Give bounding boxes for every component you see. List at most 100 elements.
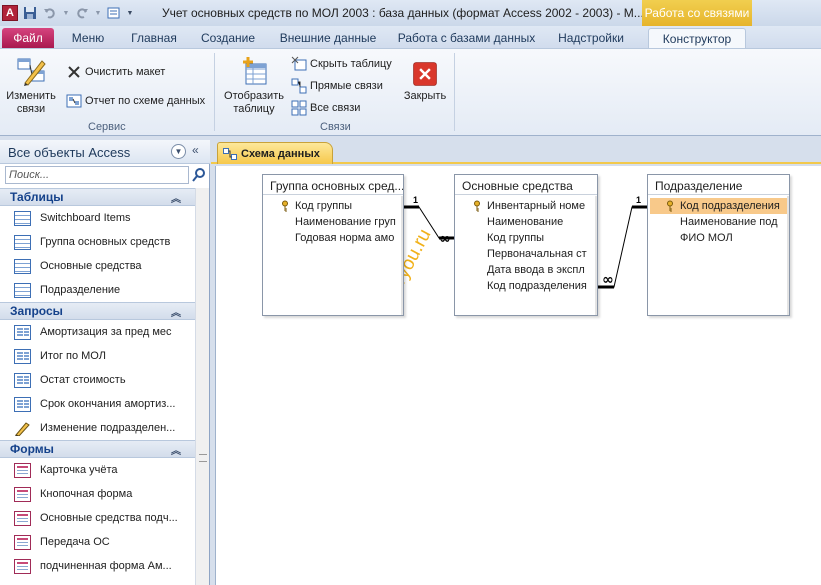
relationships-canvas[interactable]: 1 ∞ 1 ∞ dbforyou.ru Группа основных сред…	[215, 166, 821, 585]
tab-relationships-label: Схема данных	[241, 147, 320, 160]
field-row[interactable]: Первоначальная ст	[457, 246, 595, 262]
show-table-label: Отобразить таблицу	[224, 90, 284, 115]
field-row[interactable]: Наименование груп	[265, 214, 401, 230]
field-row[interactable]: ФИО МОЛ	[650, 230, 787, 246]
field-row[interactable]: Годовая норма амо	[265, 230, 401, 246]
nav-item[interactable]: Итог по МОЛ	[0, 344, 195, 368]
nav-collapse-icon[interactable]: «	[192, 143, 199, 157]
redo-dropdown-icon[interactable]: ▼	[94, 5, 102, 21]
clear-layout-button[interactable]: Очистить макет	[66, 64, 165, 80]
tab-external-data[interactable]: Внешние данные	[274, 28, 382, 48]
nav-item[interactable]: Передача ОС	[0, 530, 195, 554]
nav-scrollbar[interactable]	[195, 188, 209, 585]
nav-item[interactable]: Подразделение	[0, 278, 195, 302]
tab-relationships[interactable]: Схема данных	[217, 142, 333, 164]
nav-item[interactable]: Срок окончания амортиз...	[0, 392, 195, 416]
table-card-assets[interactable]: Основные средства Инвентарный номе Наиме…	[454, 174, 598, 316]
nav-item-label: Амортизация за пред мес	[40, 326, 172, 338]
table-card-title[interactable]: Группа основных сред...	[263, 175, 403, 195]
direct-relations-label: Прямые связи	[310, 80, 383, 92]
relationships-icon	[223, 147, 237, 160]
nav-item[interactable]: Switchboard Items	[0, 206, 195, 230]
tab-designer[interactable]: Конструктор	[648, 28, 746, 48]
relation-report-label: Отчет по схеме данных	[85, 95, 206, 107]
form-icon	[14, 510, 31, 526]
field-row[interactable]: Код группы	[265, 198, 401, 214]
tab-menu[interactable]: Меню	[66, 28, 110, 48]
table-card-scrollbar[interactable]	[401, 196, 403, 315]
nav-item[interactable]: Остат стоимость	[0, 368, 195, 392]
table-card-group[interactable]: Группа основных сред... Код группы Наиме…	[262, 174, 404, 316]
field-row-selected[interactable]: Код подразделения	[650, 198, 787, 214]
nav-item[interactable]: Карточка учёта	[0, 458, 195, 482]
close-button[interactable]: Закрыть	[400, 61, 450, 103]
field-row[interactable]: Код подразделения	[457, 278, 595, 294]
tab-database-tools[interactable]: Работа с базами данных	[395, 28, 538, 48]
tab-file[interactable]: Файл	[2, 28, 54, 48]
nav-item[interactable]: Кнопочная форма	[0, 482, 195, 506]
table-card-scrollbar[interactable]	[595, 196, 597, 315]
nav-header[interactable]: Все объекты Access ▼ «	[0, 140, 210, 164]
save-icon[interactable]	[22, 5, 38, 21]
edit-relations-button[interactable]: Изменить связи	[4, 55, 58, 116]
nav-item-label: Группа основных средств	[40, 236, 171, 248]
field-row[interactable]: Инвентарный номе	[457, 198, 595, 214]
tab-create[interactable]: Создание	[196, 28, 260, 48]
close-icon	[413, 62, 437, 86]
field-name: Инвентарный номе	[487, 200, 586, 212]
edit-relations-icon	[17, 58, 46, 86]
scroll-grip[interactable]	[199, 454, 207, 462]
collapse-chevron-icon[interactable]: ︽	[171, 442, 181, 457]
nav-item[interactable]: Группа основных средств	[0, 230, 195, 254]
access-app-icon[interactable]: A	[2, 5, 18, 21]
nav-item-label: Подразделение	[40, 284, 121, 296]
collapse-chevron-icon[interactable]: ︽	[171, 190, 181, 205]
all-relations-button[interactable]: Все связи	[291, 100, 360, 116]
table-card-title[interactable]: Основные средства	[455, 175, 597, 195]
tab-home[interactable]: Главная	[124, 28, 184, 48]
nav-search-input[interactable]: Поиск...	[5, 166, 189, 184]
field-row[interactable]: Наименование	[457, 214, 595, 230]
table-card-title[interactable]: Подразделение	[648, 175, 789, 195]
nav-menu-dropdown-icon[interactable]: ▼	[171, 144, 186, 159]
field-name: Дата ввода в экспл	[487, 264, 585, 276]
customize-icon[interactable]	[106, 5, 122, 21]
section-forms[interactable]: Формы ︽	[0, 440, 195, 458]
search-icon[interactable]	[191, 167, 207, 183]
redo-icon[interactable]	[74, 5, 90, 21]
nav-item[interactable]: Основные средства	[0, 254, 195, 278]
undo-icon[interactable]	[42, 5, 58, 21]
all-relations-icon	[291, 100, 307, 116]
tab-addins[interactable]: Надстройки	[553, 28, 629, 48]
nav-item-label: Кнопочная форма	[40, 488, 133, 500]
relation-many-label: ∞	[439, 231, 451, 247]
relation-one-label: 1	[413, 195, 418, 205]
form-icon	[14, 462, 31, 478]
table-card-scrollbar[interactable]	[787, 196, 789, 315]
nav-item[interactable]: Изменение подразделен...	[0, 416, 195, 440]
nav-item[interactable]: Основные средства подч...	[0, 506, 195, 530]
qat-dropdown-icon[interactable]: ▼	[126, 5, 134, 21]
nav-item[interactable]: Амортизация за пред мес	[0, 320, 195, 344]
undo-dropdown-icon[interactable]: ▼	[62, 5, 70, 21]
collapse-chevron-icon[interactable]: ︽	[171, 304, 181, 319]
nav-item-label: Switchboard Items	[40, 212, 131, 224]
show-table-button[interactable]: Отобразить таблицу	[220, 55, 288, 116]
table-card-division[interactable]: Подразделение Код подразделения Наименов…	[647, 174, 790, 316]
relation-report-button[interactable]: Отчет по схеме данных	[66, 93, 205, 109]
section-queries[interactable]: Запросы ︽	[0, 302, 195, 320]
section-tables[interactable]: Таблицы ︽	[0, 188, 195, 206]
primary-key-icon	[282, 200, 288, 212]
field-row[interactable]: Наименование под	[650, 214, 787, 230]
quick-access-toolbar: A ▼ ▼ ▼	[2, 3, 134, 23]
field-name: Годовая норма амо	[295, 232, 395, 244]
close-label: Закрыть	[403, 90, 447, 102]
field-row[interactable]: Код группы	[457, 230, 595, 246]
hide-table-label: Скрыть таблицу	[310, 58, 392, 70]
direct-relations-button[interactable]: Прямые связи	[291, 78, 383, 94]
section-queries-label: Запросы	[10, 304, 63, 318]
nav-item[interactable]: подчиненная форма Ам...	[0, 554, 195, 578]
hide-table-button[interactable]: Скрыть таблицу	[291, 56, 392, 72]
field-list: Код подразделения Наименование под ФИО М…	[648, 195, 789, 246]
field-row[interactable]: Дата ввода в экспл	[457, 262, 595, 278]
